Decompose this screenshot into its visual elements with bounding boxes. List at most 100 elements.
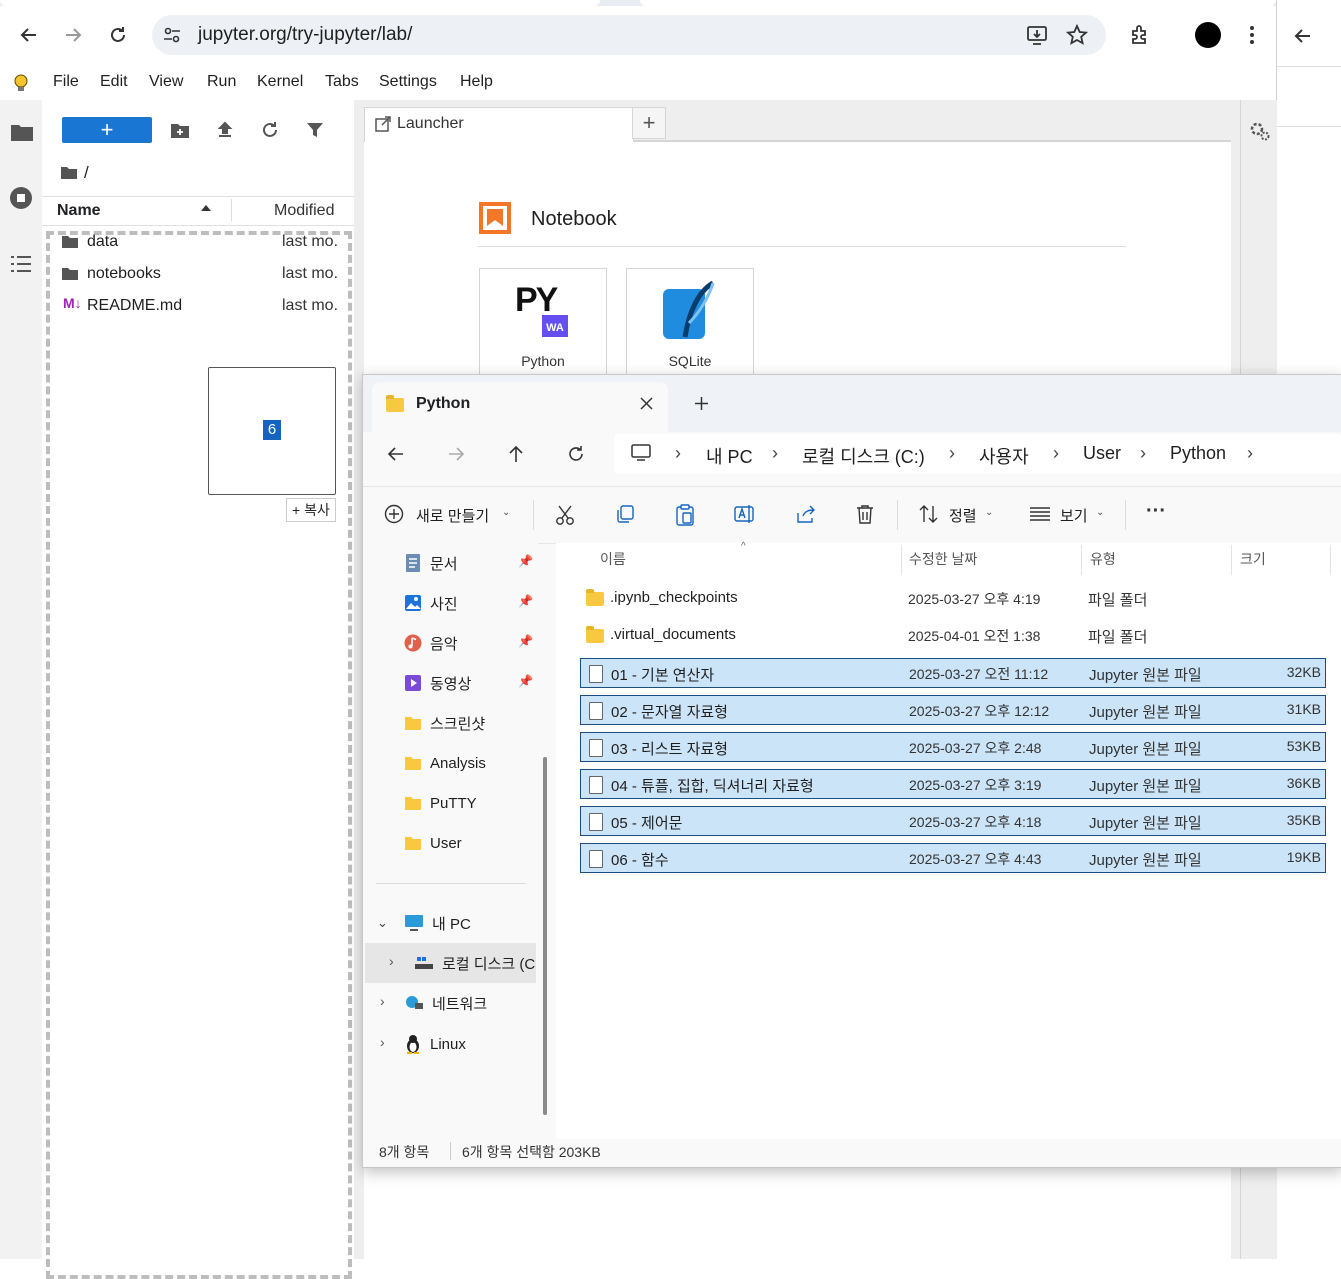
profile-avatar[interactable] <box>1195 22 1221 48</box>
menu-run[interactable]: Run <box>207 73 236 91</box>
tree-linux[interactable]: Linux <box>404 1030 536 1058</box>
folder-icon[interactable] <box>10 122 34 142</box>
extensions-icon[interactable] <box>1129 24 1151 46</box>
kernel-card-sqlite[interactable]: SQLite <box>626 268 754 380</box>
share-icon[interactable] <box>795 504 817 524</box>
crumb-this-pc[interactable]: 내 PC <box>706 443 753 469</box>
chevron-down-icon[interactable]: ⌄ <box>502 507 510 518</box>
menu-settings[interactable]: Settings <box>379 73 437 91</box>
chevron-down-icon[interactable]: ⌄ <box>985 507 993 518</box>
new-plus-icon[interactable] <box>384 504 404 524</box>
tree-local-disk[interactable]: 로컬 디스크 (C <box>414 949 536 977</box>
menu-view[interactable]: View <box>149 73 183 91</box>
column-type[interactable]: 유형 <box>1090 549 1116 569</box>
cut-icon[interactable] <box>555 504 575 526</box>
tree-network[interactable]: 네트워크 <box>404 989 536 1017</box>
nav-item-analysis[interactable]: Analysis <box>404 749 536 777</box>
view-icon[interactable] <box>1029 506 1051 522</box>
bookmark-star-icon[interactable] <box>1066 24 1088 46</box>
new-button-label[interactable]: 새로 만들기 <box>416 505 489 526</box>
file-row[interactable]: .ipynb_checkpoints 2025-03-27 오후 4:19 파일… <box>580 584 1326 614</box>
sort-up-icon[interactable]: ^ <box>741 541 746 552</box>
menu-file[interactable]: File <box>53 73 79 91</box>
copy-icon[interactable] <box>615 504 635 524</box>
chevron-right-icon[interactable]: › <box>949 443 955 464</box>
nav-item-putty[interactable]: PuTTY <box>404 789 536 817</box>
refresh-icon[interactable] <box>261 121 279 139</box>
file-row[interactable]: .virtual_documents 2025-04-01 오전 1:38 파일… <box>580 621 1326 651</box>
pin-icon[interactable]: 📌 <box>518 594 533 608</box>
chevron-right-icon[interactable]: › <box>380 1034 385 1050</box>
crumb-users[interactable]: 사용자 <box>979 443 1029 469</box>
chevron-down-icon[interactable]: ⌄ <box>377 915 388 931</box>
file-row-selected[interactable]: 02 - 문자열 자료형 2025-03-27 오후 12:12 Jupyter… <box>580 695 1326 725</box>
chevron-right-icon[interactable]: › <box>380 993 385 1009</box>
forward-icon[interactable] <box>57 19 89 51</box>
pin-icon[interactable]: 📌 <box>518 674 533 688</box>
sort-icon[interactable] <box>918 504 940 524</box>
rename-icon[interactable] <box>734 504 756 524</box>
site-info-icon[interactable] <box>162 25 182 45</box>
property-inspector-gears-icon[interactable] <box>1249 121 1271 143</box>
table-of-contents-icon[interactable] <box>10 254 32 274</box>
paste-icon[interactable] <box>675 504 695 526</box>
close-tab-icon[interactable] <box>640 397 653 410</box>
tab-launcher[interactable]: Launcher <box>364 107 634 142</box>
install-app-icon[interactable] <box>1026 24 1048 46</box>
file-name[interactable]: data <box>87 233 118 251</box>
crumb-local-disk[interactable]: 로컬 디스크 (C:) <box>802 443 925 469</box>
running-stop-icon[interactable] <box>9 186 33 210</box>
file-name[interactable]: notebooks <box>87 265 161 283</box>
menu-edit[interactable]: Edit <box>100 73 128 91</box>
chevron-right-icon[interactable]: › <box>389 953 394 969</box>
chevron-right-icon[interactable]: › <box>772 443 778 464</box>
chevron-right-icon[interactable]: › <box>1053 443 1059 464</box>
name-column-header[interactable]: Name <box>57 202 101 220</box>
more-menu-icon[interactable] <box>1242 24 1262 46</box>
reload-icon[interactable] <box>102 19 134 51</box>
breadcrumb[interactable]: / <box>84 163 89 183</box>
new-folder-icon[interactable] <box>170 121 190 139</box>
file-row-selected[interactable]: 01 - 기본 연산자 2025-03-27 오전 11:12 Jupyter … <box>580 658 1326 688</box>
chevron-down-icon[interactable]: ⌄ <box>1096 507 1104 518</box>
new-tab-icon[interactable] <box>694 396 709 411</box>
url-text[interactable]: jupyter.org/try-jupyter/lab/ <box>198 24 412 46</box>
breadcrumb-folder-icon[interactable] <box>60 165 78 180</box>
column-name[interactable]: 이름 <box>600 549 626 569</box>
filter-icon[interactable] <box>306 121 324 139</box>
refresh-icon[interactable] <box>566 444 586 464</box>
file-row-selected[interactable]: 03 - 리스트 자료형 2025-03-27 오후 2:48 Jupyter … <box>580 732 1326 762</box>
nav-item-user[interactable]: User <box>404 829 536 857</box>
chevron-right-icon[interactable]: › <box>675 443 681 464</box>
pin-icon[interactable]: 📌 <box>518 634 533 648</box>
column-modified[interactable]: 수정한 날짜 <box>909 549 977 569</box>
crumb-user[interactable]: User <box>1083 443 1121 464</box>
pin-icon[interactable]: 📌 <box>518 554 533 568</box>
kernel-card-python[interactable]: PY WA Python <box>479 268 607 380</box>
sort-ascending-icon[interactable] <box>200 204 212 212</box>
delete-icon[interactable] <box>855 504 875 524</box>
back-icon[interactable] <box>386 444 406 464</box>
back-icon[interactable] <box>13 19 45 51</box>
up-icon[interactable] <box>506 444 526 464</box>
more-options-icon[interactable]: ··· <box>1146 500 1166 523</box>
tree-this-pc[interactable]: 내 PC <box>404 909 536 937</box>
nav-item-pictures[interactable]: 사진 <box>404 589 536 617</box>
chevron-right-icon[interactable]: › <box>1140 443 1146 464</box>
second-window-back-icon[interactable] <box>1293 26 1313 46</box>
menu-kernel[interactable]: Kernel <box>257 73 303 91</box>
new-launcher-button[interactable]: + <box>62 117 152 143</box>
nav-item-documents[interactable]: 문서 <box>404 549 536 577</box>
nav-item-screenshots[interactable]: 스크린샷 <box>404 709 536 737</box>
chevron-right-icon[interactable]: › <box>1247 443 1253 464</box>
nav-item-music[interactable]: 음악 <box>404 629 536 657</box>
file-row-selected[interactable]: 06 - 함수 2025-03-27 오후 4:43 Jupyter 원본 파일… <box>580 843 1326 873</box>
view-button-label[interactable]: 보기 <box>1060 505 1088 526</box>
menu-help[interactable]: Help <box>460 73 493 91</box>
column-size[interactable]: 크기 <box>1240 549 1266 569</box>
file-name[interactable]: README.md <box>87 297 182 315</box>
nav-item-videos[interactable]: 동영상 <box>404 669 536 697</box>
add-tab-button[interactable]: + <box>632 107 666 139</box>
forward-icon[interactable] <box>446 444 466 464</box>
file-row-selected[interactable]: 05 - 제어문 2025-03-27 오후 4:18 Jupyter 원본 파… <box>580 806 1326 836</box>
